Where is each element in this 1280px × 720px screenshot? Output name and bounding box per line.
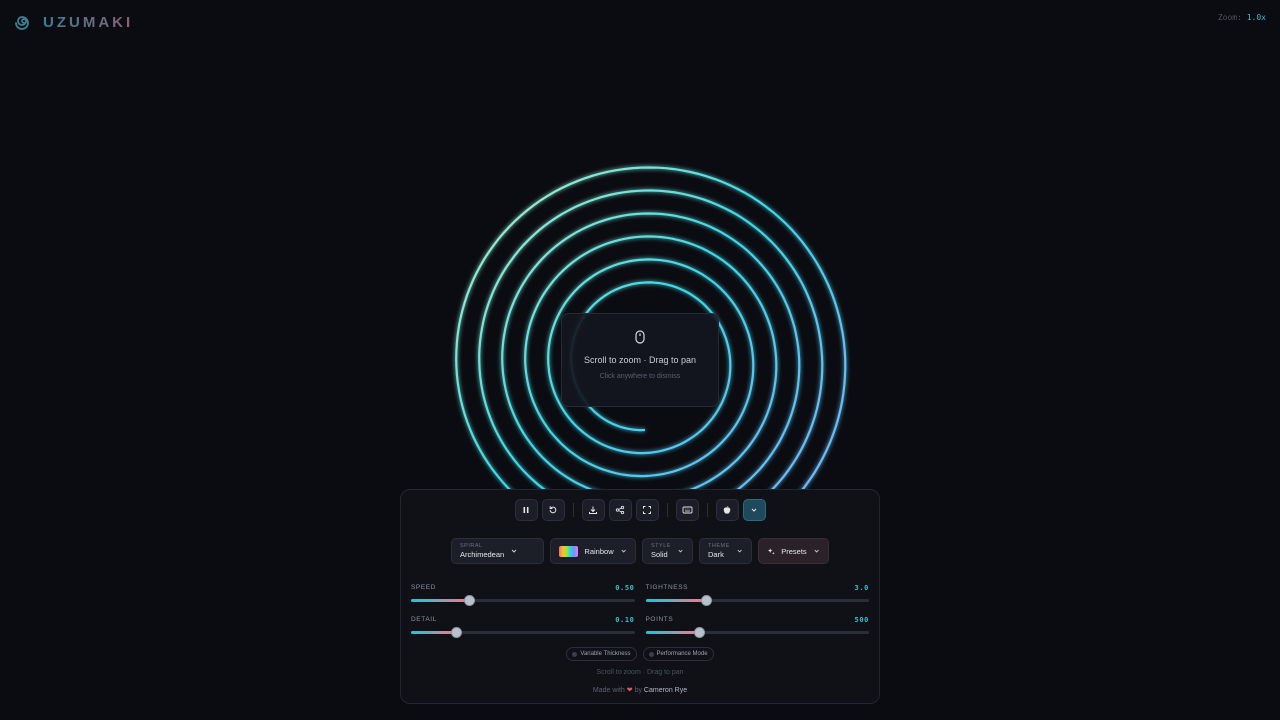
tightness-value: 3.0 [854, 584, 869, 592]
chevron-down-icon [814, 549, 819, 553]
download-button[interactable] [581, 499, 605, 521]
tightness-slider[interactable]: TIGHTNESS 3.0 [645, 584, 869, 606]
performance-mode-label: Performance Mode [656, 651, 708, 657]
theme-select-label: THEME [708, 542, 730, 549]
selector-row: SPIRAL Archimedean Rainbow STYLE Solid T… [401, 538, 879, 564]
spiral-type-select[interactable]: SPIRAL Archimedean [451, 538, 544, 564]
by-text: by [634, 687, 642, 694]
footer-credit: Made with ❤ by Cameron Rye [401, 686, 879, 694]
slider-fill [411, 599, 470, 602]
footer-hint: Scroll to zoom · Drag to pan [596, 669, 684, 676]
detail-slider[interactable]: DETAIL 0.10 [411, 616, 635, 638]
toolbar-divider [572, 503, 574, 517]
toggle-indicator [648, 651, 654, 657]
collapse-panel-button[interactable] [742, 499, 766, 521]
slider-thumb[interactable] [694, 627, 706, 638]
chevron-down-icon [511, 549, 517, 553]
reset-button[interactable] [541, 499, 565, 521]
share-icon [615, 505, 625, 515]
variable-thickness-label: Variable Thickness [580, 651, 631, 657]
tightness-label: TIGHTNESS [645, 584, 689, 591]
keyboard-icon [682, 506, 692, 514]
toolbar [401, 499, 879, 521]
chevron-down-icon [751, 508, 757, 512]
pause-button[interactable] [514, 499, 538, 521]
rainbow-swatch [559, 545, 579, 557]
slider-track[interactable] [411, 627, 635, 638]
palette-select-value: Rainbow [584, 546, 614, 556]
style-select[interactable]: STYLE Solid [642, 538, 693, 564]
heart-icon: ❤ [626, 687, 633, 694]
theme-select-value: Dark [708, 550, 724, 559]
chevron-down-icon [737, 549, 742, 553]
variable-thickness-toggle[interactable]: Variable Thickness [566, 647, 637, 661]
slider-track[interactable] [645, 627, 869, 638]
detail-value: 0.10 [615, 616, 635, 624]
slider-thumb[interactable] [700, 595, 712, 606]
spiral-select-label: SPIRAL [460, 542, 483, 549]
spiral-select-value: Archimedean [460, 550, 505, 559]
fullscreen-icon [643, 506, 651, 514]
style-select-value: Solid [651, 550, 668, 559]
slider-track[interactable] [411, 595, 635, 606]
fullscreen-button[interactable] [635, 499, 659, 521]
reset-icon [549, 506, 557, 514]
share-button[interactable] [608, 499, 632, 521]
hint-title: Scroll to zoom · Drag to pan [583, 355, 697, 365]
sliders: SPEED 0.50 TIGHTNESS 3.0 DETAIL 0.10 POINTS… [411, 584, 869, 648]
points-label: POINTS [645, 616, 674, 623]
sparkle-icon [767, 547, 775, 555]
points-slider[interactable]: POINTS 500 [645, 616, 869, 638]
slider-thumb[interactable] [450, 627, 462, 638]
style-select-label: STYLE [651, 542, 671, 549]
apple-button[interactable] [715, 499, 739, 521]
made-with-text: Made with [592, 687, 625, 694]
author-link[interactable]: Cameron Rye [644, 687, 687, 694]
speed-label: SPEED [411, 584, 437, 591]
performance-mode-toggle[interactable]: Performance Mode [642, 647, 714, 661]
palette-select[interactable]: Rainbow [550, 538, 636, 564]
detail-label: DETAIL [411, 616, 437, 623]
theme-select[interactable]: THEME Dark [699, 538, 752, 564]
speed-slider[interactable]: SPEED 0.50 [411, 584, 635, 606]
slider-track[interactable] [645, 595, 869, 606]
slider-fill [645, 599, 706, 602]
apple-icon [723, 506, 731, 514]
speed-value: 0.50 [615, 584, 635, 592]
pause-icon [523, 507, 529, 513]
toggle-row: Variable Thickness Performance Mode [401, 647, 879, 661]
chevron-down-icon [621, 549, 626, 553]
chevron-down-icon [678, 549, 683, 553]
keyboard-shortcuts-button[interactable] [675, 499, 699, 521]
toolbar-divider [706, 503, 708, 517]
mouse-icon [635, 330, 645, 344]
download-icon [589, 506, 597, 514]
toolbar-divider [666, 503, 668, 517]
points-value: 500 [854, 616, 869, 624]
slider-fill [411, 631, 456, 634]
slider-thumb[interactable] [464, 595, 476, 606]
zoom-hint-overlay[interactable]: Scroll to zoom · Drag to pan Click anywh… [561, 313, 719, 407]
hint-dismiss-text: Click anywhere to dismiss [599, 373, 681, 380]
presets-button[interactable]: Presets [758, 538, 829, 564]
toggle-indicator [572, 651, 578, 657]
slider-fill [645, 631, 700, 634]
control-panel: SPIRAL Archimedean Rainbow STYLE Solid T… [400, 489, 880, 704]
presets-label: Presets [781, 546, 807, 556]
